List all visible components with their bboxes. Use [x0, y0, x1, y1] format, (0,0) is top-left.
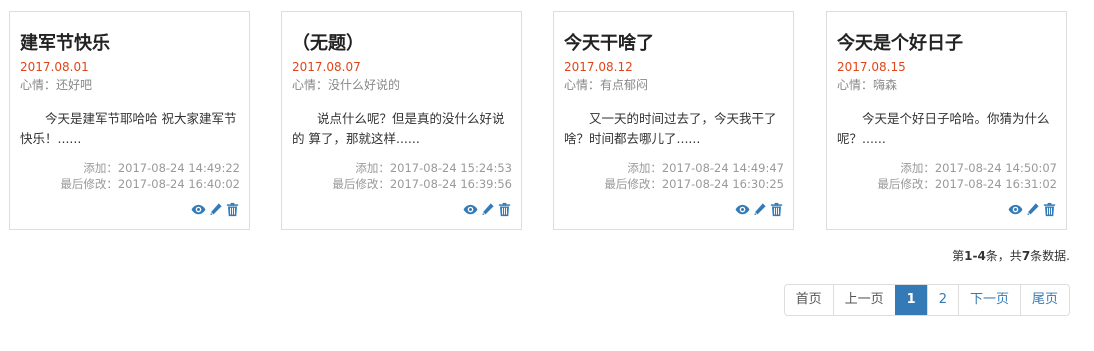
card-actions: [735, 202, 784, 217]
eye-icon[interactable]: [1008, 202, 1023, 217]
card-date: 2017.08.15: [837, 60, 906, 74]
card-added-time: 添加：2017-08-24 15:24:53: [355, 161, 512, 175]
trash-icon[interactable]: [225, 202, 240, 217]
card-added-time: 添加：2017-08-24 14:49:22: [83, 161, 240, 175]
diary-card-list: 建军节快乐 2017.08.01 心情：还好吧 今天是建军节耶哈哈 祝大家建军节…: [9, 11, 1070, 232]
card-meta: 添加：2017-08-24 14:49:47 最后修改：2017-08-24 1…: [604, 160, 784, 192]
card-added-time: 添加：2017-08-24 14:50:07: [900, 161, 1057, 175]
card-added-time: 添加：2017-08-24 14:49:47: [627, 161, 784, 175]
card-modified-time: 最后修改：2017-08-24 16:40:02: [60, 177, 240, 191]
card-mood: 心情：嗨森: [837, 78, 898, 92]
pencil-icon[interactable]: [752, 202, 767, 217]
page-2-button[interactable]: 2: [926, 285, 958, 315]
card-date: 2017.08.07: [292, 60, 361, 74]
trash-icon[interactable]: [497, 202, 512, 217]
diary-card: （无题） 2017.08.07 心情：没什么好说的 说点什么呢？但是真的没什么好…: [281, 11, 522, 230]
card-actions: [463, 202, 512, 217]
diary-card: 建军节快乐 2017.08.01 心情：还好吧 今天是建军节耶哈哈 祝大家建军节…: [9, 11, 250, 230]
card-title: 今天干啥了: [564, 33, 654, 54]
diary-card: 今天是个好日子 2017.08.15 心情：嗨森 今天是个好日子哈哈。你猜为什么…: [826, 11, 1067, 230]
card-content: 又一天的时间过去了，今天我干了啥？时间都去哪儿了......: [564, 111, 777, 146]
card-actions: [1008, 202, 1057, 217]
card-title: （无题）: [292, 33, 364, 54]
summary-total: 7: [1021, 249, 1031, 263]
diary-card: 今天干啥了 2017.08.12 心情：有点郁闷 又一天的时间过去了，今天我干了…: [553, 11, 794, 230]
card-mood: 心情：还好吧: [20, 78, 93, 92]
pencil-icon[interactable]: [480, 202, 495, 217]
pencil-icon[interactable]: [1025, 202, 1040, 217]
card-modified-time: 最后修改：2017-08-24 16:31:02: [877, 177, 1057, 191]
card-content: 今天是个好日子哈哈。你猜为什么呢？......: [837, 111, 1050, 146]
card-mood: 心情：没什么好说的: [292, 78, 401, 92]
card-title: 建军节快乐: [20, 33, 110, 54]
card-meta: 添加：2017-08-24 15:24:53 最后修改：2017-08-24 1…: [332, 160, 512, 192]
card-meta: 添加：2017-08-24 14:49:22 最后修改：2017-08-24 1…: [60, 160, 240, 192]
next-page-button[interactable]: 下一页: [957, 285, 1020, 315]
card-actions: [191, 202, 240, 217]
card-modified-time: 最后修改：2017-08-24 16:39:56: [332, 177, 512, 191]
card-title: 今天是个好日子: [837, 33, 963, 54]
record-summary: 第1-4条，共7条数据.: [952, 247, 1070, 264]
card-date: 2017.08.01: [20, 60, 89, 74]
first-page-button[interactable]: 首页: [784, 285, 833, 315]
card-content: 说点什么呢？但是真的没什么好说的 算了，那就这样......: [292, 111, 505, 146]
summary-suffix: 条数据.: [1030, 249, 1070, 263]
card-modified-time: 最后修改：2017-08-24 16:30:25: [604, 177, 784, 191]
card-meta: 添加：2017-08-24 14:50:07 最后修改：2017-08-24 1…: [877, 160, 1057, 192]
pagination: 首页 上一页 1 2 下一页 尾页: [783, 284, 1070, 316]
eye-icon[interactable]: [191, 202, 206, 217]
eye-icon[interactable]: [735, 202, 750, 217]
prev-page-button[interactable]: 上一页: [832, 285, 895, 315]
trash-icon[interactable]: [769, 202, 784, 217]
card-mood: 心情：有点郁闷: [564, 78, 649, 92]
pencil-icon[interactable]: [208, 202, 223, 217]
summary-middle: 条，共: [985, 249, 1022, 263]
summary-range: 1-4: [964, 249, 986, 263]
trash-icon[interactable]: [1042, 202, 1057, 217]
card-date: 2017.08.12: [564, 60, 633, 74]
eye-icon[interactable]: [463, 202, 478, 217]
card-content: 今天是建军节耶哈哈 祝大家建军节快乐！......: [20, 111, 237, 146]
last-page-button[interactable]: 尾页: [1019, 285, 1069, 315]
summary-prefix: 第: [952, 249, 965, 263]
page-1-button[interactable]: 1: [894, 285, 927, 315]
